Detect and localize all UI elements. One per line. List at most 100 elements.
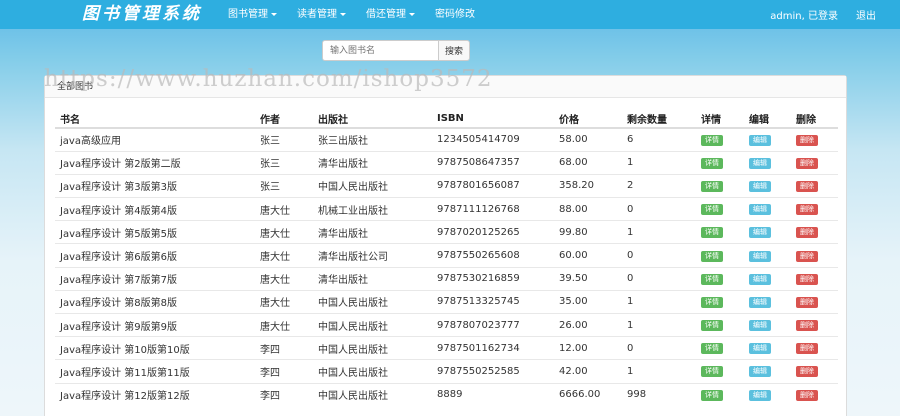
nav-book-management-label: 图书管理 xyxy=(228,9,268,20)
cell-book-title: Java程序设计 第4版第4版 xyxy=(55,197,255,221)
table-row: Java程序设计 第11版第11版 李四 中国人民出版社 9787550252585 4… xyxy=(55,359,838,384)
detail-button[interactable]: 详情 xyxy=(701,343,723,355)
table-row: Java程序设计 第8版第8版 唐大仕 中国人民出版社 9787513325745 35… xyxy=(55,289,838,314)
edit-button[interactable]: 编辑 xyxy=(749,343,771,355)
detail-button[interactable]: 详情 xyxy=(701,134,723,146)
delete-button[interactable]: 删除 xyxy=(796,157,818,169)
cell-book-title: Java程序设计 第12版第12版 xyxy=(55,382,255,407)
delete-button[interactable]: 删除 xyxy=(796,134,818,146)
logout-link[interactable]: 退出 xyxy=(856,7,876,22)
delete-button[interactable]: 删除 xyxy=(796,296,818,308)
cell-stock: 1 xyxy=(622,312,696,337)
detail-button[interactable]: 详情 xyxy=(701,296,723,308)
nav-book-management[interactable]: 图书管理 xyxy=(222,0,283,29)
cell-stock: 1 xyxy=(622,289,696,314)
cell-publisher: 清华出版社 xyxy=(313,220,432,244)
edit-button[interactable]: 编辑 xyxy=(749,320,771,332)
cell-stock: 0 xyxy=(622,266,696,291)
delete-button[interactable]: 删除 xyxy=(796,320,818,332)
cell-publisher: 中国人民出版社 xyxy=(313,289,432,314)
nav-reader-management-label: 读者管理 xyxy=(297,9,337,20)
edit-button[interactable]: 编辑 xyxy=(749,250,771,262)
cell-publisher: 张三出版社 xyxy=(313,127,432,152)
cell-detail-action: 详情 xyxy=(696,220,744,244)
cell-author: 张三 xyxy=(255,150,313,175)
cell-book-title: Java程序设计 第8版第8版 xyxy=(55,289,255,314)
cell-detail-action: 详情 xyxy=(696,289,744,314)
delete-button[interactable]: 删除 xyxy=(796,204,818,216)
cell-isbn: 9787807023777 xyxy=(432,312,554,337)
edit-button[interactable]: 编辑 xyxy=(749,296,771,308)
delete-button[interactable]: 删除 xyxy=(796,180,818,192)
cell-delete-action: 删除 xyxy=(791,150,838,175)
edit-button[interactable]: 编辑 xyxy=(749,157,771,169)
delete-button[interactable]: 删除 xyxy=(796,366,818,378)
delete-button[interactable]: 删除 xyxy=(796,227,818,239)
cell-isbn: 9787111126768 xyxy=(432,197,554,221)
edit-button[interactable]: 编辑 xyxy=(749,273,771,285)
cell-edit-action: 编辑 xyxy=(744,173,791,198)
detail-button[interactable]: 详情 xyxy=(701,366,723,378)
search-button[interactable]: 搜索 xyxy=(438,40,470,61)
nav-password-change[interactable]: 密码修改 xyxy=(429,0,481,29)
detail-button[interactable]: 详情 xyxy=(701,273,723,285)
cell-price: 42.00 xyxy=(554,359,622,384)
cell-author: 李四 xyxy=(255,382,313,407)
column-header-publisher: 出版社 xyxy=(313,109,432,129)
cell-delete-action: 删除 xyxy=(791,220,838,244)
cell-book-title: Java程序设计 第6版第6版 xyxy=(55,243,255,268)
edit-button[interactable]: 编辑 xyxy=(749,134,771,146)
cell-delete-action: 删除 xyxy=(791,243,838,268)
cell-isbn: 9787020125265 xyxy=(432,220,554,244)
detail-button[interactable]: 详情 xyxy=(701,180,723,192)
nav-borrow-management[interactable]: 借还管理 xyxy=(360,0,421,29)
delete-button[interactable]: 删除 xyxy=(796,250,818,262)
cell-price: 35.00 xyxy=(554,289,622,314)
cell-isbn: 9787530216859 xyxy=(432,266,554,291)
cell-stock: 0 xyxy=(622,243,696,268)
cell-author: 唐大仕 xyxy=(255,289,313,314)
edit-button[interactable]: 编辑 xyxy=(749,180,771,192)
cell-stock: 0 xyxy=(622,197,696,221)
book-list-panel: 全部图书 书名 作者 出版社 ISBN 价格 剩余数量 详情 编辑 删除 jav… xyxy=(44,75,847,416)
delete-button[interactable]: 删除 xyxy=(796,343,818,355)
detail-button[interactable]: 详情 xyxy=(701,227,723,239)
cell-edit-action: 编辑 xyxy=(744,312,791,337)
delete-button[interactable]: 删除 xyxy=(796,389,818,401)
detail-button[interactable]: 详情 xyxy=(701,204,723,216)
nav-reader-management[interactable]: 读者管理 xyxy=(291,0,352,29)
edit-button[interactable]: 编辑 xyxy=(749,227,771,239)
cell-stock: 1 xyxy=(622,220,696,244)
cell-author: 张三 xyxy=(255,127,313,152)
cell-author: 李四 xyxy=(255,336,313,360)
detail-button[interactable]: 详情 xyxy=(701,389,723,401)
cell-publisher: 机械工业出版社 xyxy=(313,197,432,221)
detail-button[interactable]: 详情 xyxy=(701,157,723,169)
app-logo[interactable]: 图书管理系统 xyxy=(82,1,202,27)
cell-isbn: 9787501162734 xyxy=(432,336,554,360)
detail-button[interactable]: 详情 xyxy=(701,320,723,332)
cell-book-title: Java程序设计 第2版第二版 xyxy=(55,150,255,175)
cell-detail-action: 详情 xyxy=(696,243,744,268)
cell-book-title: Java程序设计 第3版第3版 xyxy=(55,173,255,198)
cell-author: 唐大仕 xyxy=(255,220,313,244)
edit-button[interactable]: 编辑 xyxy=(749,366,771,378)
cell-author: 唐大仕 xyxy=(255,243,313,268)
edit-button[interactable]: 编辑 xyxy=(749,204,771,216)
cell-stock: 6 xyxy=(622,127,696,152)
search-input[interactable] xyxy=(322,40,438,61)
delete-button[interactable]: 删除 xyxy=(796,273,818,285)
detail-button[interactable]: 详情 xyxy=(701,250,723,262)
edit-button[interactable]: 编辑 xyxy=(749,389,771,401)
cell-edit-action: 编辑 xyxy=(744,382,791,407)
cell-price: 6666.00 xyxy=(554,382,622,407)
table-row: Java程序设计 第4版第4版 唐大仕 机械工业出版社 9787111126768 88… xyxy=(55,197,838,221)
nav-borrow-management-label: 借还管理 xyxy=(366,9,406,20)
cell-isbn: 9787508647357 xyxy=(432,150,554,175)
cell-publisher: 中国人民出版社 xyxy=(313,312,432,337)
cell-stock: 1 xyxy=(622,359,696,384)
cell-book-title: Java程序设计 第7版第7版 xyxy=(55,266,255,291)
table-row: Java程序设计 第5版第5版 唐大仕 清华出版社 9787020125265 99.8… xyxy=(55,220,838,244)
cell-price: 68.00 xyxy=(554,150,622,175)
cell-book-title: Java程序设计 第10版第10版 xyxy=(55,336,255,360)
